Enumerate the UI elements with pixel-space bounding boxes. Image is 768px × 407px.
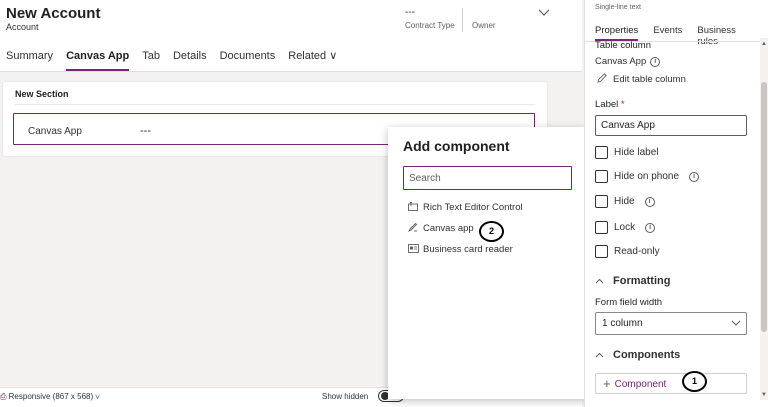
read-only-checkbox-row[interactable]: Read-only xyxy=(595,245,660,258)
info-icon[interactable]: i xyxy=(644,196,655,207)
plus-icon: + xyxy=(603,376,611,391)
tab-documents[interactable]: Documents xyxy=(220,48,276,72)
hide-checkbox-row[interactable]: Hide i xyxy=(595,195,655,208)
form-field-width-select[interactable]: 1 column xyxy=(595,312,747,335)
tab-canvas-app[interactable]: Canvas App xyxy=(66,48,130,72)
section-divider xyxy=(15,104,535,105)
lock-checkbox-row[interactable]: Lock i xyxy=(595,221,656,234)
properties-pane: Single-line text Properties Events Busin… xyxy=(584,0,768,407)
table-column-heading: Table column xyxy=(595,40,651,51)
tab-events[interactable]: Events xyxy=(653,25,682,39)
business-card-icon xyxy=(408,243,419,255)
responsive-label: Responsive (867 x 568) ∨ xyxy=(8,392,100,401)
checkbox-label: Read-only xyxy=(614,246,660,257)
hide-on-phone-checkbox[interactable] xyxy=(595,170,608,183)
scrollbar-thumb[interactable] xyxy=(761,82,767,332)
header-field-value: --- xyxy=(405,7,415,18)
checkbox-label: Hide xyxy=(614,196,635,207)
form-tabs: Summary Canvas App Tab Details Documents… xyxy=(6,48,350,72)
header-field-label: Owner xyxy=(472,21,496,30)
info-icon[interactable]: i xyxy=(650,57,661,67)
checkbox-label: Hide label xyxy=(614,147,659,158)
component-item-canvas-app[interactable]: Canvas app xyxy=(407,220,474,236)
label-input[interactable] xyxy=(595,115,747,136)
tab-business-rules[interactable]: Business rules xyxy=(697,25,753,47)
tab-details[interactable]: Details xyxy=(173,48,207,72)
hide-checkbox[interactable] xyxy=(595,195,608,208)
component-item-label: Canvas app xyxy=(423,222,474,234)
chevron-up-icon xyxy=(595,276,604,286)
device-icon: ⎙ xyxy=(0,392,7,401)
edit-table-column-link[interactable]: Edit table column xyxy=(597,73,686,86)
component-item-rich-text-editor[interactable]: Rich Text Editor Control xyxy=(408,199,523,215)
section-title: New Section xyxy=(15,89,69,99)
table-column-name: Canvas App xyxy=(595,56,647,67)
tab-properties[interactable]: Properties xyxy=(595,25,639,41)
form-field-width-label: Form field width xyxy=(595,297,663,308)
component-item-business-card-reader[interactable]: Business card reader xyxy=(408,241,513,257)
responsive-selector[interactable]: ⎙ Responsive (867 x 568) ∨ xyxy=(0,392,100,402)
step-callout-1: 1 xyxy=(682,371,707,392)
edit-table-column-label: Edit table column xyxy=(613,74,686,85)
flyout-title: Add component xyxy=(403,138,510,154)
formatting-heading: Formatting xyxy=(613,275,671,287)
add-component-button[interactable]: + Component xyxy=(595,373,747,394)
formatting-group-header[interactable]: Formatting xyxy=(595,275,670,287)
field-label: Canvas App xyxy=(28,126,82,137)
checkbox-label: Hide on phone xyxy=(614,171,680,182)
lock-checkbox[interactable] xyxy=(595,221,608,234)
header-field-contract-type[interactable]: --- Contract Type xyxy=(405,7,455,30)
read-only-checkbox[interactable] xyxy=(595,245,608,258)
add-component-button-label: Component xyxy=(614,379,667,390)
hide-on-phone-checkbox-row[interactable]: Hide on phone i xyxy=(595,170,700,183)
hide-label-checkbox[interactable] xyxy=(595,146,608,159)
components-group-header[interactable]: Components xyxy=(595,349,680,361)
component-item-label: Rich Text Editor Control xyxy=(423,201,523,213)
header-field-owner[interactable]: Owner xyxy=(472,7,496,30)
select-value: 1 column xyxy=(602,318,643,329)
tab-tab[interactable]: Tab xyxy=(142,48,160,72)
hide-label-checkbox-row[interactable]: Hide label xyxy=(595,146,658,159)
required-marker: * xyxy=(620,99,625,110)
pencil-icon xyxy=(597,73,607,86)
rich-text-icon xyxy=(408,201,418,213)
scroll-down-icon[interactable]: ▼ xyxy=(760,392,768,398)
form-entity-name: Account xyxy=(6,22,39,32)
components-heading: Components xyxy=(613,349,681,361)
field-type-subtitle: Single-line text xyxy=(595,4,641,11)
step-callout-2: 2 xyxy=(479,221,504,242)
info-icon[interactable]: i xyxy=(689,171,700,182)
pane-tabs: Properties Events Business rules xyxy=(595,25,768,47)
field-value: --- xyxy=(140,125,151,137)
component-search-input[interactable] xyxy=(403,166,572,190)
header-field-label: Contract Type xyxy=(405,21,455,30)
chevron-down-icon[interactable] xyxy=(538,8,550,20)
checkbox-label: Lock xyxy=(614,222,636,233)
chevron-down-icon xyxy=(731,313,741,334)
scroll-up-icon[interactable]: ▲ xyxy=(760,41,768,47)
table-column-name-row: Canvas App i xyxy=(595,56,661,67)
chevron-up-icon xyxy=(595,350,604,360)
form-header: New Account Account --- Contract Type Ow… xyxy=(0,0,582,72)
label-heading-row: Label * xyxy=(595,99,625,110)
header-divider xyxy=(462,8,463,32)
tab-summary[interactable]: Summary xyxy=(6,48,53,72)
tab-related[interactable]: Related ∨ xyxy=(288,48,337,72)
component-item-label: Business card reader xyxy=(423,243,513,255)
header-field-value xyxy=(472,7,496,18)
info-icon[interactable]: i xyxy=(645,222,656,233)
show-hidden-label: Show hidden xyxy=(322,392,369,401)
label-heading: Label xyxy=(595,99,619,110)
canvas-app-icon xyxy=(407,222,418,234)
add-component-flyout: Add component Rich Text Editor Control C… xyxy=(388,127,586,399)
form-title: New Account xyxy=(6,5,101,22)
